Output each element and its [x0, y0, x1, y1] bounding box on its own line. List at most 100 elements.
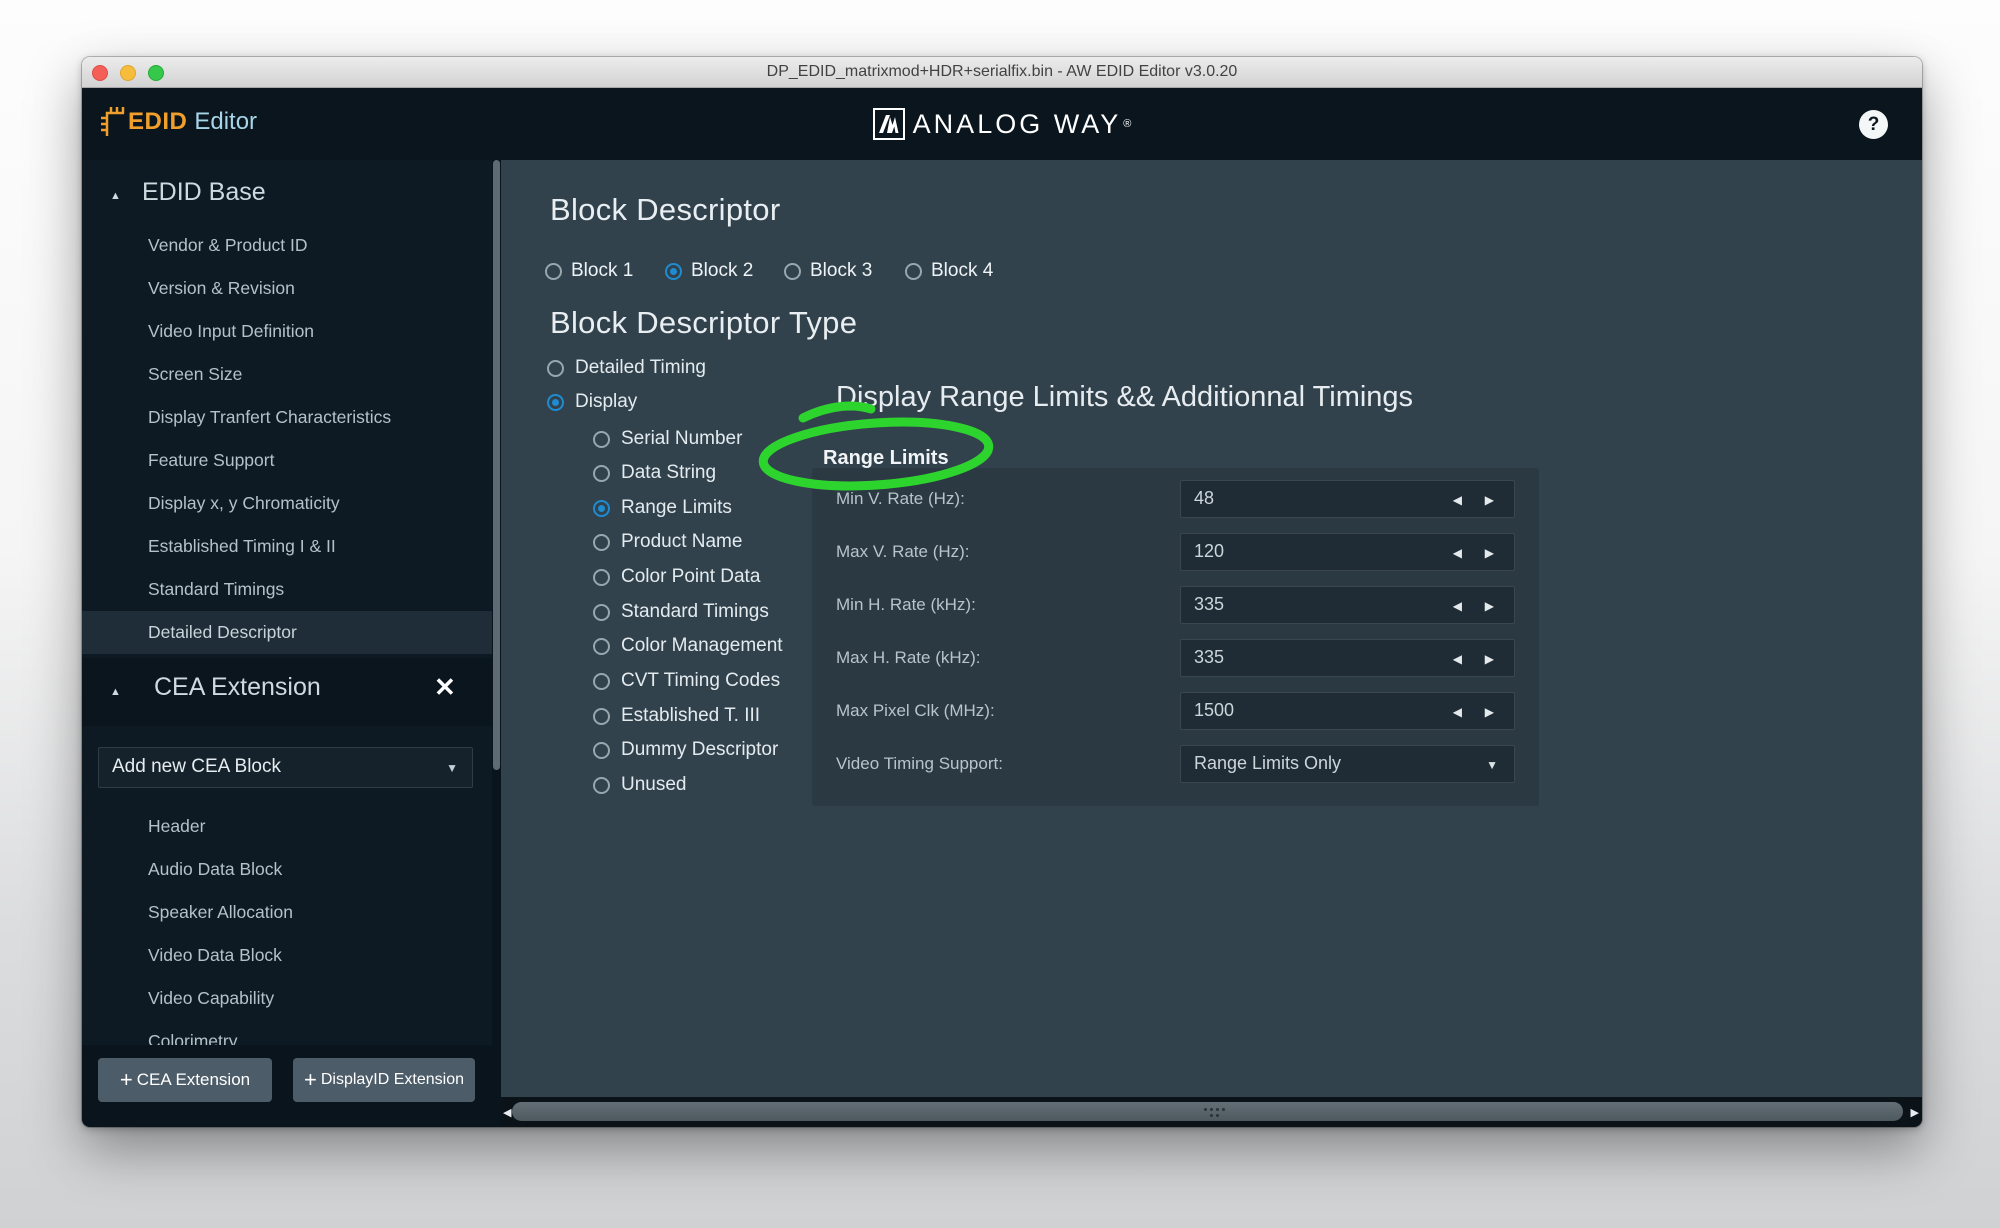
form-row: Max H. Rate (kHz): 335 ◀ ▶: [812, 639, 1539, 677]
radio-icon[interactable]: [593, 534, 610, 551]
radio-display[interactable]: Display: [547, 390, 637, 414]
sidebar-item-feature-support[interactable]: Feature Support: [82, 439, 492, 482]
sidebar-item-display-xy-chromaticity[interactable]: Display x, y Chromaticity: [82, 482, 492, 525]
video-timing-support-select[interactable]: Range Limits Only ▼: [1180, 745, 1515, 783]
radio-unused[interactable]: Unused: [593, 773, 687, 797]
sidebar-item-standard-timings[interactable]: Standard Timings: [82, 568, 492, 611]
radio-established-t-iii[interactable]: Established T. III: [593, 704, 760, 728]
sidebar-item-video-input-definition[interactable]: Video Input Definition: [82, 310, 492, 353]
sidebar-section-edid-base[interactable]: ▲ EDID Base: [82, 176, 492, 220]
radio-standard-timings[interactable]: Standard Timings: [593, 600, 769, 624]
scroll-right-icon[interactable]: ▶: [1911, 1106, 1919, 1119]
decrement-icon[interactable]: ◀: [1453, 545, 1462, 561]
radio-label: Serial Number: [621, 428, 742, 450]
increment-icon[interactable]: ▶: [1485, 545, 1494, 561]
radio-dummy-descriptor[interactable]: Dummy Descriptor: [593, 738, 778, 762]
horizontal-scrollbar[interactable]: ◀ ▶: [501, 1097, 1922, 1127]
radio-label: Dummy Descriptor: [621, 739, 778, 761]
max-h-rate-input[interactable]: 335 ◀ ▶: [1180, 639, 1515, 677]
field-label: Min H. Rate (kHz):: [836, 586, 976, 624]
radio-label: Product Name: [621, 531, 742, 553]
section-title: EDID Base: [142, 178, 266, 207]
form-row: Min V. Rate (Hz): 48 ◀ ▶: [812, 480, 1539, 518]
sidebar-scrollbar[interactable]: [492, 160, 501, 1127]
max-pixel-clk-input[interactable]: 1500 ◀ ▶: [1180, 692, 1515, 730]
radio-icon[interactable]: [593, 638, 610, 655]
increment-icon[interactable]: ▶: [1485, 704, 1494, 720]
radio-checked-icon[interactable]: [547, 394, 564, 411]
zoom-window-button[interactable]: [148, 65, 164, 81]
radio-icon[interactable]: [593, 465, 610, 482]
increment-icon[interactable]: ▶: [1485, 598, 1494, 614]
radio-detailed-timing[interactable]: Detailed Timing: [547, 356, 706, 380]
range-limits-label: Range Limits: [823, 447, 949, 470]
sidebar-scrollbar-thumb[interactable]: [493, 160, 500, 770]
collapse-arrow-icon[interactable]: ▲: [110, 686, 121, 698]
radio-cvt-timing-codes[interactable]: CVT Timing Codes: [593, 669, 780, 693]
radio-block-1[interactable]: Block 1: [545, 260, 633, 282]
decrement-icon[interactable]: ◀: [1453, 704, 1462, 720]
sidebar-item-header[interactable]: Header: [82, 805, 492, 848]
field-label: Max Pixel Clk (MHz):: [836, 692, 995, 730]
radio-label: Color Management: [621, 635, 783, 657]
radio-icon[interactable]: [545, 263, 562, 280]
radio-icon[interactable]: [593, 431, 610, 448]
radio-checked-icon[interactable]: [593, 500, 610, 517]
radio-icon[interactable]: [593, 569, 610, 586]
sidebar-item-audio-data-block[interactable]: Audio Data Block: [82, 848, 492, 891]
radio-block-2[interactable]: Block 2: [665, 260, 753, 282]
radio-icon[interactable]: [784, 263, 801, 280]
sidebar-item-speaker-allocation[interactable]: Speaker Allocation: [82, 891, 492, 934]
help-icon[interactable]: ?: [1859, 110, 1888, 139]
sidebar-item-display-transfert-characteristics[interactable]: Display Tranfert Characteristics: [82, 396, 492, 439]
add-new-cea-block-select[interactable]: Add new CEA Block ▼: [98, 747, 473, 788]
radio-range-limits[interactable]: Range Limits: [593, 496, 732, 520]
grip-dots-icon: [1202, 1106, 1226, 1118]
close-window-button[interactable]: [92, 65, 108, 81]
radio-icon[interactable]: [593, 673, 610, 690]
sidebar-item-detailed-descriptor[interactable]: Detailed Descriptor: [82, 611, 492, 654]
sidebar: ▲ EDID Base Vendor & Product ID Version …: [82, 160, 492, 1127]
sidebar-item-vendor-product-id[interactable]: Vendor & Product ID: [82, 224, 492, 267]
horizontal-scrollbar-thumb[interactable]: [512, 1102, 1903, 1121]
radio-icon[interactable]: [593, 708, 610, 725]
sidebar-item-video-data-block[interactable]: Video Data Block: [82, 934, 492, 977]
close-icon[interactable]: ✕: [434, 672, 456, 703]
collapse-arrow-icon[interactable]: ▲: [110, 190, 121, 202]
radio-color-point-data[interactable]: Color Point Data: [593, 565, 760, 589]
radio-serial-number[interactable]: Serial Number: [593, 427, 742, 451]
radio-icon[interactable]: [547, 360, 564, 377]
decrement-icon[interactable]: ◀: [1453, 651, 1462, 667]
radio-color-management[interactable]: Color Management: [593, 634, 783, 658]
window-titlebar[interactable]: DP_EDID_matrixmod+HDR+serialfix.bin - AW…: [82, 57, 1922, 88]
radio-icon[interactable]: [905, 263, 922, 280]
decrement-icon[interactable]: ◀: [1453, 598, 1462, 614]
radio-data-string[interactable]: Data String: [593, 461, 716, 485]
min-v-rate-input[interactable]: 48 ◀ ▶: [1180, 480, 1515, 518]
radio-icon[interactable]: [593, 742, 610, 759]
radio-block-3[interactable]: Block 3: [784, 260, 872, 282]
sidebar-item-video-capability[interactable]: Video Capability: [82, 977, 492, 1020]
radio-block-4[interactable]: Block 4: [905, 260, 993, 282]
scroll-left-icon[interactable]: ◀: [503, 1106, 511, 1119]
min-h-rate-input[interactable]: 335 ◀ ▶: [1180, 586, 1515, 624]
radio-icon[interactable]: [593, 777, 610, 794]
registered-mark: ®: [1123, 114, 1131, 134]
sidebar-item-version-revision[interactable]: Version & Revision: [82, 267, 492, 310]
radio-checked-icon[interactable]: [665, 263, 682, 280]
minimize-window-button[interactable]: [120, 65, 136, 81]
max-v-rate-input[interactable]: 120 ◀ ▶: [1180, 533, 1515, 571]
block-descriptor-type-heading: Block Descriptor Type: [550, 305, 857, 341]
radio-icon[interactable]: [593, 604, 610, 621]
radio-product-name[interactable]: Product Name: [593, 530, 742, 554]
add-displayid-extension-button[interactable]: + DisplayID Extension: [293, 1058, 475, 1102]
select-value: Add new CEA Block: [112, 756, 281, 778]
decrement-icon[interactable]: ◀: [1453, 492, 1462, 508]
increment-icon[interactable]: ▶: [1485, 492, 1494, 508]
chevron-down-icon: ▼: [1486, 758, 1498, 772]
sidebar-section-cea-extension[interactable]: ▲ CEA Extension ✕: [82, 658, 492, 726]
increment-icon[interactable]: ▶: [1485, 651, 1494, 667]
add-cea-extension-button[interactable]: + CEA Extension: [98, 1058, 272, 1102]
sidebar-item-established-timing[interactable]: Established Timing I & II: [82, 525, 492, 568]
sidebar-item-screen-size[interactable]: Screen Size: [82, 353, 492, 396]
